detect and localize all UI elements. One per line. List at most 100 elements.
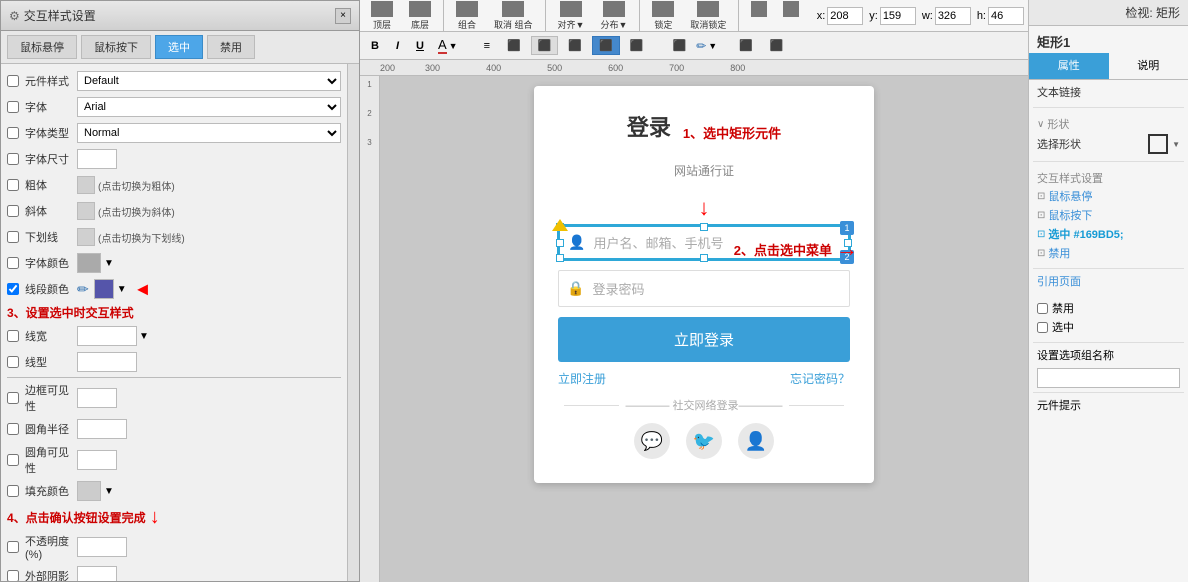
font-checkbox[interactable] <box>7 101 19 113</box>
wechat-icon[interactable]: 💬 <box>634 423 670 459</box>
h-input[interactable] <box>988 7 1024 25</box>
quote-page-label: 引用页面 <box>1037 273 1081 289</box>
toolbar-right[interactable] <box>776 0 806 34</box>
disabled-checkbox-input[interactable] <box>1037 303 1048 314</box>
italic-checkbox[interactable] <box>7 205 19 217</box>
align-center[interactable]: ⬛ <box>531 36 559 55</box>
format-option1[interactable]: ⬛ <box>666 36 694 55</box>
component-style-checkbox[interactable] <box>7 75 19 87</box>
y-input[interactable] <box>880 7 916 25</box>
tab-selected[interactable]: 选中 <box>155 35 203 59</box>
mouse-press-link[interactable]: 鼠标按下 <box>1048 207 1092 223</box>
close-button[interactable]: × <box>335 8 351 24</box>
bold-indicator[interactable] <box>77 176 95 194</box>
inspect-label: 检视: 矩形 <box>1029 0 1188 26</box>
format-option3[interactable]: ⬛ <box>763 36 791 55</box>
align-left[interactable]: ⬛ <box>500 36 528 55</box>
font-color-checkbox[interactable] <box>7 257 19 269</box>
corner-radius-checkbox[interactable] <box>7 423 19 435</box>
outer-shadow-label: 外部阴影 <box>7 568 77 581</box>
w-coord: w: <box>922 7 971 25</box>
format-bold[interactable]: B <box>364 37 386 55</box>
underline-indicator[interactable] <box>77 228 95 246</box>
line-type-display[interactable] <box>77 352 137 372</box>
dialog-scrollbar[interactable] <box>347 64 359 581</box>
line-color-arrow[interactable]: ▼ <box>117 284 127 295</box>
horizontal-ruler: 200 300 400 500 600 700 800 <box>360 60 1028 76</box>
toolbar-lock[interactable]: 锁定 <box>645 0 681 34</box>
font-size-input[interactable]: 13 <box>77 149 117 169</box>
format-italic[interactable]: I <box>389 37 406 55</box>
italic-indicator[interactable] <box>77 202 95 220</box>
tab-mouse-press[interactable]: 鼠标按下 <box>81 35 151 59</box>
font-type-select[interactable]: Normal <box>77 123 341 143</box>
font-type-checkbox[interactable] <box>7 127 19 139</box>
line-width-checkbox[interactable] <box>7 330 19 342</box>
toolbar-group[interactable]: 组合 <box>449 0 485 34</box>
w-input[interactable] <box>935 7 971 25</box>
annotation-1: 1、选中矩形元件 <box>683 123 781 142</box>
toolbar-align[interactable]: 对齐▼ <box>551 0 592 34</box>
italic-row: 斜体 (点击切换为斜体) <box>7 200 341 222</box>
toolbar-distribute[interactable]: 分布▼ <box>593 0 634 34</box>
font-color-box[interactable] <box>77 253 101 273</box>
underline-checkbox[interactable] <box>7 231 19 243</box>
font-color-arrow[interactable]: ▼ <box>104 258 114 269</box>
align-right[interactable]: ⬛ <box>561 36 589 55</box>
line-color-btn[interactable]: ✏ <box>696 39 706 53</box>
outer-shadow-checkbox[interactable] <box>7 570 19 581</box>
component-style-select[interactable]: Default <box>77 71 341 91</box>
selected-checkbox-input[interactable] <box>1037 322 1048 333</box>
tab-mouse-hover[interactable]: 鼠标悬停 <box>7 35 77 59</box>
fill-color-checkbox[interactable] <box>7 485 19 497</box>
border-visible-display[interactable] <box>77 388 117 408</box>
disabled-link[interactable]: 禁用 <box>1048 245 1070 261</box>
toolbar-top-layer[interactable]: 顶层 <box>364 0 400 34</box>
down-arrow-4: ↓ <box>150 506 160 529</box>
text-highlight[interactable]: ⬛ <box>592 36 620 55</box>
canvas-viewport[interactable]: 登录 1、选中矩形元件 网站通行证 ↓ <box>380 76 1028 582</box>
format-underline[interactable]: U <box>409 37 431 55</box>
opacity-input[interactable]: 100 <box>77 537 127 557</box>
forgot-link[interactable]: 忘记密码？ <box>790 370 850 387</box>
font-select[interactable]: Arial <box>77 97 341 117</box>
canvas-area: 顶层 底层 组合 取消 组合 对齐▼ <box>360 0 1028 582</box>
tab-disabled[interactable]: 禁用 <box>207 35 255 59</box>
opacity-checkbox[interactable] <box>7 541 19 553</box>
format-option2[interactable]: ⬛ <box>732 36 760 55</box>
line-width-arrow[interactable]: ▼ <box>139 331 149 342</box>
mouse-hover-link[interactable]: 鼠标悬停 <box>1048 188 1092 204</box>
password-input-row[interactable]: 🔒 登录密码 <box>558 270 850 307</box>
shape-selector-control[interactable]: ▼ <box>1148 134 1180 154</box>
corner-visible-checkbox[interactable] <box>7 454 19 466</box>
font-size-checkbox[interactable] <box>7 153 19 165</box>
bold-checkbox[interactable] <box>7 179 19 191</box>
line-type-checkbox[interactable] <box>7 356 19 368</box>
option-group-input[interactable] <box>1037 368 1180 388</box>
font-color-btn[interactable]: A <box>438 37 447 54</box>
text-option[interactable]: ⬛ <box>623 36 651 55</box>
corner-visible-display[interactable] <box>77 450 117 470</box>
line-width-display[interactable] <box>77 326 137 346</box>
toolbar-left[interactable] <box>744 0 774 34</box>
fill-color-box[interactable] <box>77 481 101 501</box>
submit-button[interactable]: 立即登录 <box>558 317 850 362</box>
list-unordered[interactable]: ≡ <box>477 37 497 55</box>
tab-notes[interactable]: 说明 <box>1109 53 1188 79</box>
register-link[interactable]: 立即注册 <box>558 370 606 387</box>
toolbar-unlock[interactable]: 取消锁定 <box>683 0 733 34</box>
x-input[interactable] <box>827 7 863 25</box>
line-color-checkbox[interactable] <box>7 283 19 295</box>
fill-color-arrow[interactable]: ▼ <box>104 486 114 497</box>
line-color-row: 线段颜色 ✏ ▼ ◄ <box>7 278 341 300</box>
toolbar-bottom-layer[interactable]: 底层 <box>402 0 438 34</box>
outer-shadow-display[interactable] <box>77 566 117 581</box>
tab-property[interactable]: 属性 <box>1029 53 1109 79</box>
selected-link[interactable]: 选中 #169BD5; <box>1048 226 1123 242</box>
qq-icon[interactable]: 👤 <box>738 423 774 459</box>
line-color-box[interactable] <box>94 279 114 299</box>
border-visible-checkbox[interactable] <box>7 392 19 404</box>
toolbar-ungroup[interactable]: 取消 组合 <box>487 0 540 34</box>
weibo-icon[interactable]: 🐦 <box>686 423 722 459</box>
corner-radius-input[interactable]: 0 <box>77 419 127 439</box>
